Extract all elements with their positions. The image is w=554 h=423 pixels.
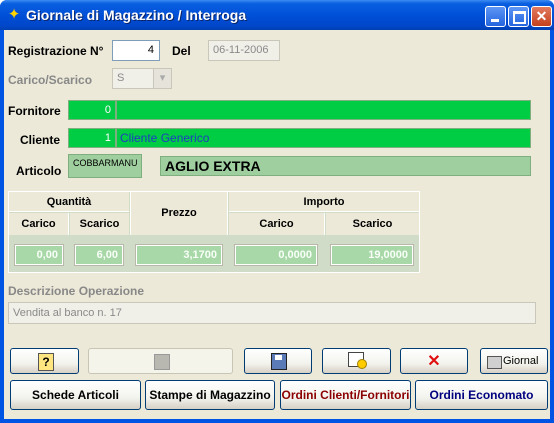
ordini-clienti-fornitori-button[interactable]: Ordini Clienti/Fornitori [280, 380, 411, 410]
articolo-label: Articolo [16, 164, 62, 178]
delete-icon: ✕ [427, 353, 441, 370]
descrizione-label: Descrizione Operazione [8, 284, 145, 298]
minimize-button[interactable] [485, 6, 506, 27]
save-button[interactable] [88, 348, 233, 374]
cliente-name-field[interactable]: Cliente Generico [116, 128, 531, 148]
close-icon: ✕ [535, 8, 548, 24]
date-field[interactable]: 06-11-2006 [208, 40, 280, 61]
i-scarico-header: Scarico [326, 213, 419, 235]
i-carico-cell[interactable]: 0,0000 [234, 244, 318, 266]
q-carico-header: Carico [9, 213, 69, 235]
delete-button[interactable]: ✕ [400, 348, 468, 374]
title-bar[interactable]: ✦ Giornale di Magazzino / Interroga ✕ [0, 0, 554, 30]
maximize-button[interactable] [508, 6, 529, 27]
cliente-label: Cliente [20, 133, 61, 147]
window-title: Giornale di Magazzino / Interroga [26, 7, 247, 23]
printer-icon [487, 356, 502, 369]
ordini-economato-button[interactable]: Ordini Economato [415, 380, 548, 410]
fornitore-name-field[interactable] [116, 100, 531, 120]
i-carico-header: Carico [229, 213, 325, 235]
q-carico-cell[interactable]: 0,00 [14, 244, 64, 266]
carico-scarico-select[interactable]: S ▾ [112, 68, 172, 89]
prezzo-cell[interactable]: 3,1700 [135, 244, 223, 266]
i-scarico-cell[interactable]: 19,0000 [330, 244, 414, 266]
help-button[interactable]: ? [10, 348, 79, 374]
articolo-name-field[interactable]: AGLIO EXTRA [160, 156, 531, 176]
del-label: Del [172, 44, 191, 58]
giornale-label: Giornal [503, 355, 539, 367]
descrizione-field[interactable]: Vendita al banco n. 17 [8, 302, 536, 324]
help-icon: ? [38, 353, 54, 371]
edit-disk-icon [271, 353, 287, 370]
q-scarico-cell[interactable]: 6,00 [74, 244, 124, 266]
fornitore-code-field[interactable]: 0 [68, 100, 116, 120]
quantita-header: Quantità [9, 192, 129, 212]
form-area: Registrazione N° 4 Del 06-11-2006 Carico… [4, 30, 550, 419]
importo-header: Importo [229, 192, 419, 212]
prezzo-header: Prezzo [130, 192, 228, 235]
main-window: ✦ Giornale di Magazzino / Interroga ✕ Re… [0, 0, 554, 423]
new-button[interactable] [322, 348, 391, 374]
fornitore-label: Fornitore [8, 104, 61, 118]
stampe-magazzino-button[interactable]: Stampe di Magazzino [145, 380, 275, 410]
carico-scarico-label: Carico/Scarico [8, 73, 93, 87]
carico-scarico-value: S [117, 72, 125, 84]
articolo-code-field[interactable]: COBBARMANU [68, 154, 142, 178]
cliente-code-field[interactable]: 1 [68, 128, 116, 148]
registrazione-field[interactable]: 4 [112, 40, 160, 61]
save-icon [154, 354, 170, 370]
schede-articoli-button[interactable]: Schede Articoli [10, 380, 141, 410]
warehouse-icon: ✦ [7, 6, 21, 23]
new-record-icon [348, 352, 367, 369]
chevron-down-icon[interactable]: ▾ [153, 69, 171, 88]
movement-grid: Quantità Carico Scarico Prezzo Importo C… [8, 191, 420, 273]
giornale-button[interactable]: Giornal [480, 348, 548, 374]
close-button[interactable]: ✕ [531, 6, 552, 27]
registrazione-label: Registrazione N° [8, 44, 104, 58]
edit-button[interactable] [244, 348, 312, 374]
q-scarico-header: Scarico [70, 213, 129, 235]
